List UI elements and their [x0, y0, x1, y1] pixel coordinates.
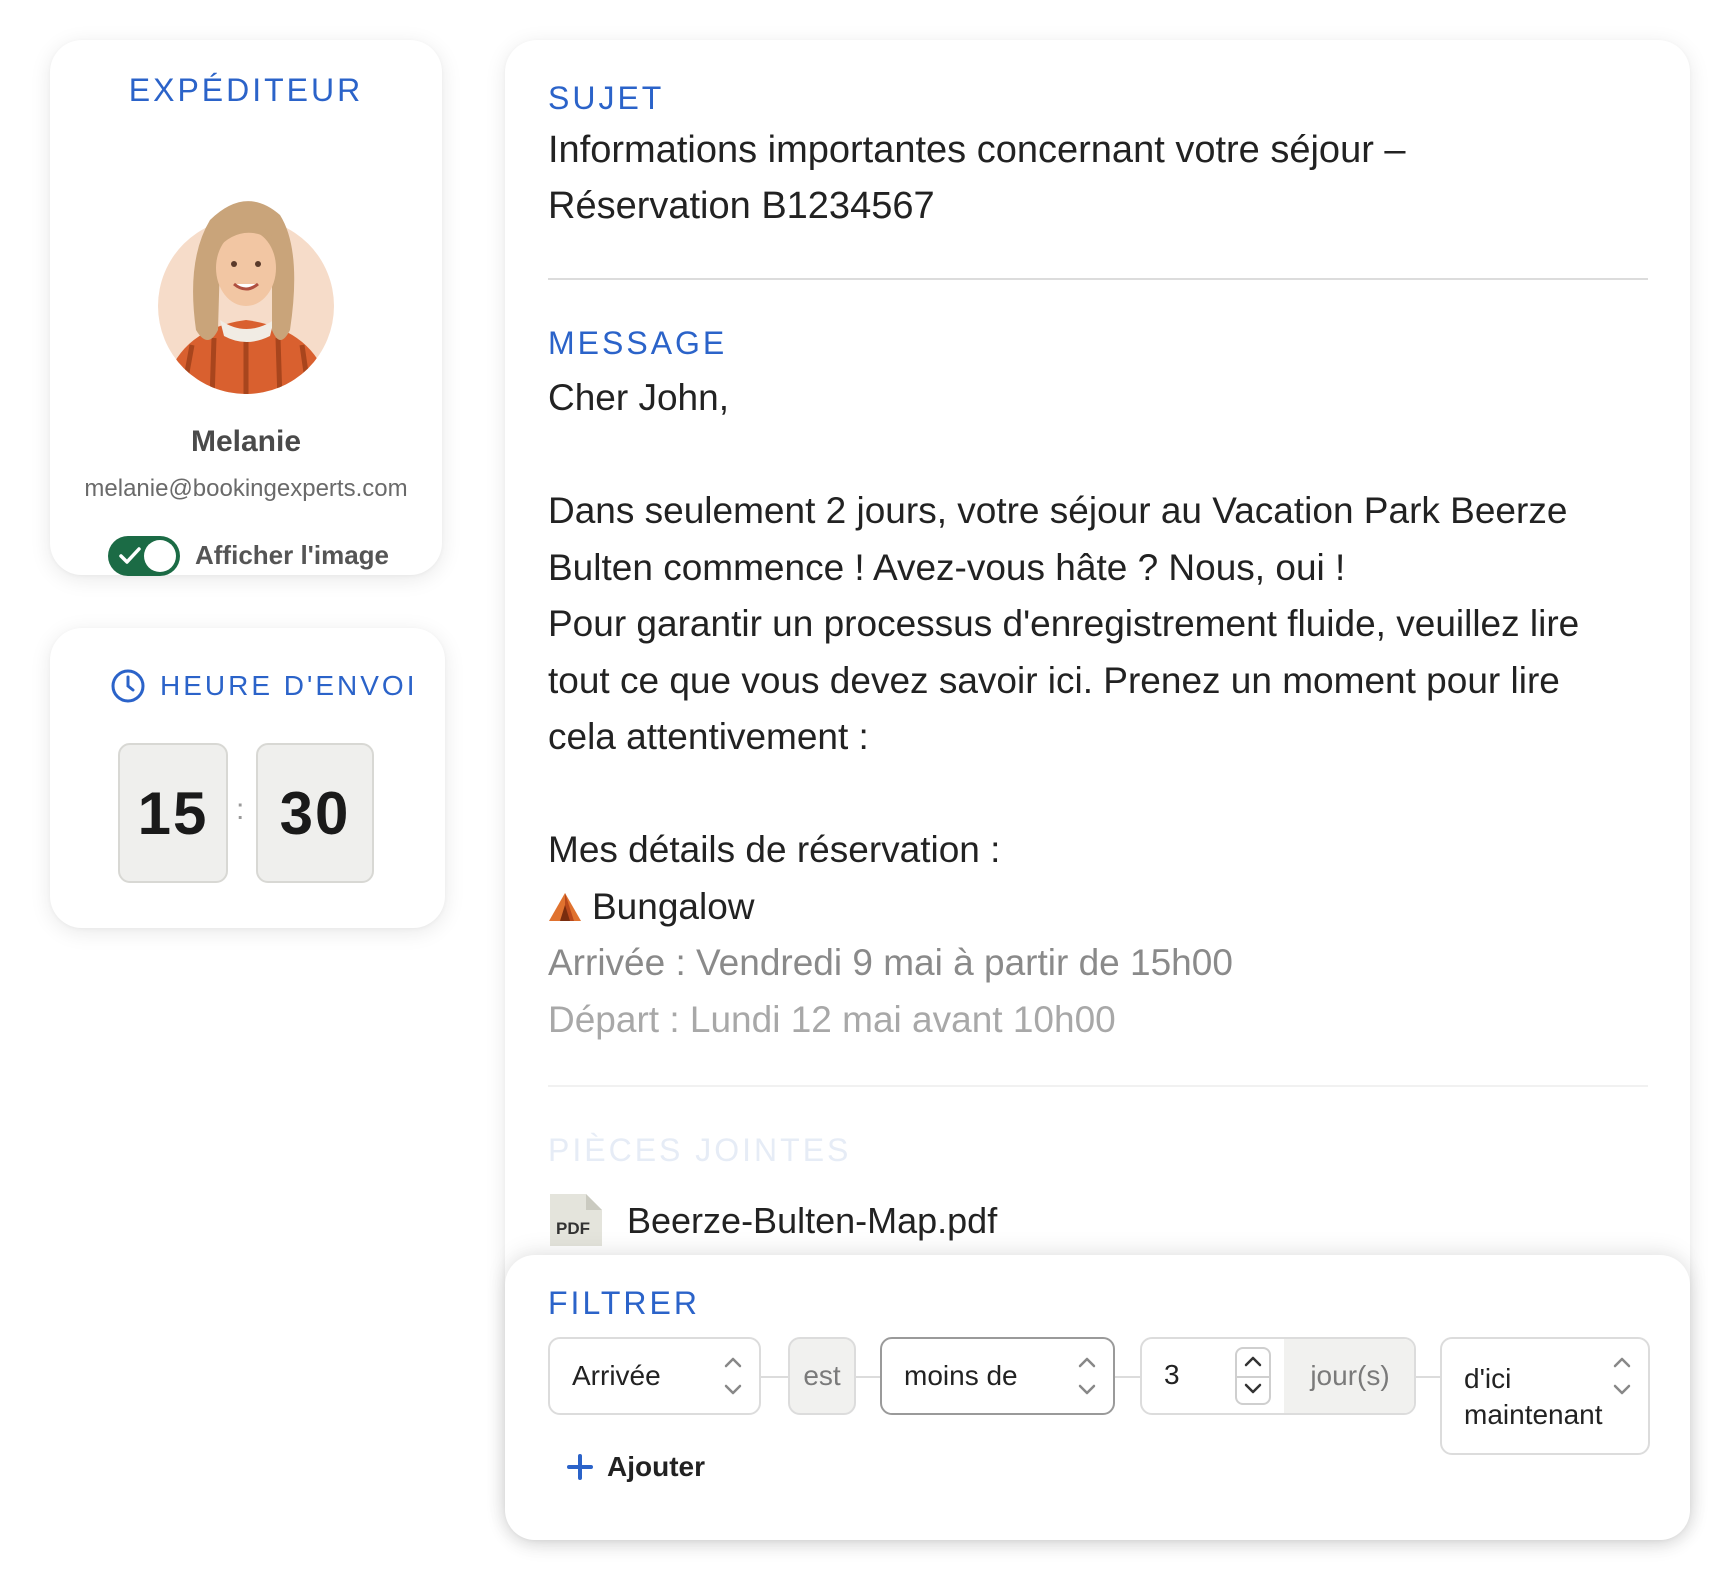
- relative-time-line: maintenant: [1464, 1399, 1603, 1430]
- number-input[interactable]: 3: [1164, 1359, 1180, 1391]
- divider: [548, 278, 1648, 280]
- attachment-file-link[interactable]: Beerze-Bulten-Map.pdf: [627, 1200, 997, 1242]
- chevron-up-icon[interactable]: [1244, 1354, 1262, 1368]
- accommodation-name: Bungalow: [592, 885, 755, 927]
- plus-icon: [567, 1454, 593, 1480]
- paragraph-line: Dans seulement 2 jours, votre séjour au …: [548, 490, 1568, 531]
- relative-time-select[interactable]: d'ici maintenant: [1440, 1337, 1650, 1455]
- greeting: Cher John,: [548, 377, 729, 418]
- number-stepper[interactable]: [1235, 1347, 1271, 1405]
- message-body[interactable]: Cher John, Dans seulement 2 jours, votre…: [548, 370, 1658, 1048]
- sender-card: EXPÉDITEUR Melanie melanie@bookingexpert…: [50, 40, 442, 576]
- minute-input[interactable]: 30: [256, 743, 374, 883]
- message-label: MESSAGE: [548, 325, 728, 361]
- subject-line-1: Informations importantes concernant votr…: [548, 129, 1406, 171]
- clock-icon: [111, 669, 145, 703]
- add-filter-button[interactable]: Ajouter: [567, 1451, 705, 1483]
- chevron-up-down-icon: [724, 1357, 742, 1395]
- pdf-file-icon: PDF: [550, 1194, 602, 1246]
- send-time-label: HEURE D'ENVOI: [160, 670, 418, 701]
- time-separator: :: [236, 793, 245, 826]
- field-select-value: Arrivée: [572, 1360, 661, 1391]
- chevron-up-down-icon: [1613, 1357, 1631, 1395]
- divider: [548, 1085, 1648, 1087]
- filter-label: FILTRER: [548, 1285, 700, 1321]
- arrival-line: Arrivée : Vendredi 9 mai à partir de 15h…: [548, 942, 1233, 983]
- accommodation-line: Bungalow: [548, 879, 1658, 936]
- chevron-down-icon[interactable]: [1244, 1382, 1262, 1396]
- sender-name: Melanie: [190, 425, 302, 458]
- add-filter-label: Ajouter: [607, 1451, 705, 1482]
- relative-time-line: d'ici: [1464, 1363, 1512, 1394]
- check-icon: [119, 547, 141, 564]
- operator-select[interactable]: moins de: [880, 1337, 1115, 1415]
- sender-avatar: [158, 201, 334, 394]
- connector-line: [761, 1376, 788, 1378]
- connector-line: [1115, 1376, 1140, 1378]
- paragraph-line: Bulten commence ! Avez-vous hâte ? Nous,…: [548, 546, 1346, 588]
- paragraph-line: tout ce que vous devez savoir ici. Prene…: [548, 659, 1560, 701]
- send-time-header: HEURE D'ENVOI: [110, 668, 418, 704]
- unit-label: jour(s): [1284, 1339, 1414, 1413]
- operator-select-value: moins de: [904, 1360, 1018, 1391]
- pdf-type-label: PDF: [556, 1219, 590, 1238]
- filter-card: FILTRER Arrivée est moins de 3 jour(s) d…: [505, 1255, 1690, 1540]
- sender-email: melanie@bookingexperts.com: [84, 475, 408, 502]
- tent-icon: [549, 892, 581, 921]
- toggle-knob: [144, 540, 176, 572]
- sender-label: EXPÉDITEUR: [128, 72, 364, 108]
- connector-line: [1416, 1376, 1440, 1378]
- show-image-toggle[interactable]: [108, 536, 180, 576]
- connector-line: [856, 1376, 880, 1378]
- paragraph-line: Pour garantir un processus d'enregistrem…: [548, 603, 1580, 644]
- paragraph-line: cela attentivement :: [548, 716, 869, 757]
- subject-line-2: Réservation B1234567: [548, 185, 935, 227]
- condition-connector: est: [788, 1337, 856, 1415]
- relative-time-value: d'ici maintenant: [1464, 1361, 1604, 1433]
- details-title: Mes détails de réservation :: [548, 829, 1001, 870]
- send-time-card: HEURE D'ENVOI 15 : 30: [50, 628, 445, 928]
- hour-input[interactable]: 15: [118, 743, 228, 883]
- field-select[interactable]: Arrivée: [548, 1337, 761, 1415]
- show-image-label: Afficher l'image: [195, 540, 390, 570]
- departure-line: Départ : Lundi 12 mai avant 10h00: [548, 998, 1116, 1040]
- subject-text[interactable]: Informations importantes concernant votr…: [548, 122, 1548, 234]
- attachments-label: PIÈCES JOINTES: [548, 1132, 852, 1168]
- chevron-up-down-icon: [1078, 1357, 1096, 1395]
- subject-label: SUJET: [548, 80, 665, 116]
- number-field: 3 jour(s): [1140, 1337, 1416, 1415]
